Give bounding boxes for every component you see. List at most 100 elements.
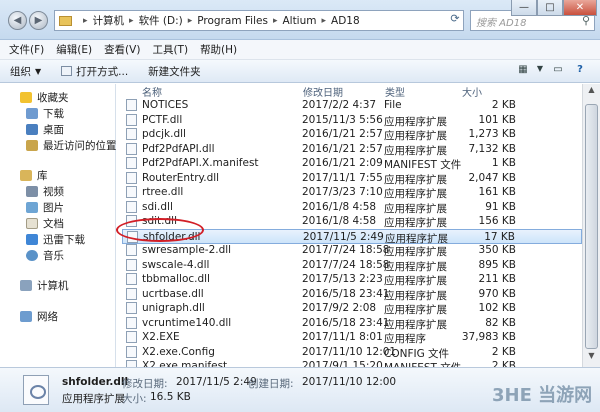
file-row[interactable]: X2.EXE 2017/11/1 8:01 应用程序 37,983 KB — [122, 330, 582, 345]
column-header-type[interactable]: 类型 — [385, 84, 405, 99]
file-row[interactable]: tbbmalloc.dll 2017/5/13 2:23 应用程序扩展 211 KB — [122, 272, 582, 287]
nav-videos[interactable]: 视频 — [26, 184, 64, 199]
nav-network[interactable]: 网络 — [20, 309, 58, 324]
nav-music[interactable]: 音乐 — [26, 248, 64, 263]
chevron-down-icon: ▼ — [35, 66, 42, 76]
close-button[interactable]: ✕ — [563, 0, 597, 16]
file-date: 2016/5/18 23:41 — [302, 287, 390, 300]
file-row[interactable]: swresample-2.dll 2017/7/24 18:58 应用程序扩展 350… — [122, 243, 582, 258]
file-size: 970 KB — [478, 287, 516, 300]
nav-libraries[interactable]: 库 — [20, 168, 48, 183]
file-row[interactable]: RouterEntry.dll 2017/11/1 7:55 应用程序扩展 2,047… — [122, 171, 582, 186]
preview-pane-icon[interactable]: ▭ — [550, 64, 566, 79]
scrollbar-thumb[interactable] — [585, 104, 598, 349]
file-icon — [126, 316, 137, 329]
file-icon — [126, 287, 137, 300]
organize-button[interactable]: 组织 ▼ — [0, 64, 51, 79]
folder-icon — [59, 15, 72, 26]
file-date: 2017/2/2 4:37 — [302, 99, 377, 111]
address-bar[interactable]: ▸ 计算机 ▸ 软件 (D:) ▸ Program Files ▸ Altium… — [54, 10, 464, 31]
file-date: 2017/3/23 7:10 — [302, 186, 383, 198]
new-folder-label: 新建文件夹 — [148, 65, 201, 78]
minimize-button[interactable]: — — [511, 0, 537, 16]
nav-computer[interactable]: 计算机 — [20, 278, 69, 293]
file-icon — [126, 244, 137, 256]
file-row[interactable]: sdi.dll 2016/1/8 4:58 应用程序扩展 91 KB — [122, 200, 582, 215]
file-icon — [126, 258, 137, 271]
file-name: NOTICES — [142, 99, 189, 111]
file-date: 2016/5/18 23:41 — [302, 316, 390, 329]
file-row[interactable]: Pdf2PdfAPI.X.manifest 2016/1/21 2:09 MANIF… — [122, 156, 582, 171]
recent-places-icon — [26, 140, 38, 151]
nav-thunder-downloads[interactable]: 迅雷下载 — [26, 232, 85, 247]
picture-icon — [26, 202, 38, 213]
nav-recent-places[interactable]: 最近访问的位置 — [26, 138, 117, 153]
file-name: Pdf2PdfAPI.X.manifest — [142, 157, 259, 169]
file-name: swscale-4.dll — [142, 258, 210, 271]
file-row[interactable]: PCTF.dll 2015/11/3 5:56 应用程序扩展 101 KB — [122, 113, 582, 128]
chevron-down-icon[interactable]: ▼ — [532, 64, 548, 79]
menu-tools[interactable]: 工具(T) — [152, 42, 188, 57]
nav-documents[interactable]: 文档 — [26, 216, 64, 231]
open-icon — [61, 66, 73, 76]
scroll-up-icon[interactable]: ▲ — [583, 85, 600, 100]
nav-favorites[interactable]: 收藏夹 — [20, 90, 69, 105]
breadcrumb-item[interactable]: 计算机 — [93, 13, 125, 28]
menu-file[interactable]: 文件(F) — [9, 42, 44, 57]
file-date: 2016/1/8 4:58 — [302, 215, 377, 227]
nav-desktop[interactable]: 桌面 — [26, 122, 64, 137]
file-size: 91 KB — [485, 200, 516, 213]
watermark-logo: 3HE 当游网 — [492, 385, 593, 406]
file-size: 101 KB — [478, 113, 516, 126]
menu-help[interactable]: 帮助(H) — [200, 42, 237, 57]
file-row[interactable]: NOTICES 2017/2/2 4:37 File 2 KB — [122, 98, 582, 113]
breadcrumb-item[interactable]: 软件 (D:) — [139, 13, 183, 28]
file-date: 2017/9/2 2:08 — [302, 302, 377, 314]
file-row[interactable]: pdcjk.dll 2016/1/21 2:57 应用程序扩展 1,273 KB — [122, 127, 582, 142]
nav-downloads[interactable]: 下载 — [26, 106, 64, 121]
file-size: 1,273 KB — [468, 128, 517, 140]
vertical-scrollbar[interactable]: ▲ ▼ — [582, 84, 600, 367]
file-row[interactable]: unigraph.dll 2017/9/2 2:08 应用程序扩展 102 KB — [122, 301, 582, 316]
scroll-down-icon[interactable]: ▼ — [583, 351, 600, 366]
menu-edit[interactable]: 编辑(E) — [56, 42, 92, 57]
column-header-date[interactable]: 修改日期 — [303, 84, 343, 99]
size-label: 大小: — [122, 393, 147, 405]
file-row[interactable]: ucrtbase.dll 2016/5/18 23:41 应用程序扩展 970 KB — [122, 287, 582, 302]
breadcrumb-item[interactable]: AD18 — [331, 15, 360, 27]
column-header-name[interactable]: 名称 — [142, 84, 162, 99]
nav-item-label: 音乐 — [43, 250, 64, 262]
open-with-button[interactable]: 打开方式... — [51, 64, 138, 79]
column-header-size[interactable]: 大小 — [462, 84, 482, 99]
forward-button[interactable]: ▶ — [29, 11, 48, 30]
organize-label: 组织 — [10, 65, 31, 78]
maximize-button[interactable]: □ — [537, 0, 563, 16]
nav-pictures[interactable]: 图片 — [26, 200, 64, 215]
view-options-icon[interactable]: ▦ — [515, 64, 531, 79]
file-date: 2017/11/1 7:55 — [302, 171, 383, 184]
nav-network-label: 网络 — [37, 311, 58, 323]
refresh-icon[interactable]: ⟳ — [448, 12, 462, 28]
breadcrumb-item[interactable]: Altium — [282, 15, 316, 27]
file-date: 2016/1/21 2:57 — [302, 142, 383, 155]
file-row[interactable]: rtree.dll 2017/3/23 7:10 应用程序扩展 161 KB — [122, 185, 582, 200]
file-date: 2016/1/21 2:57 — [302, 128, 383, 140]
file-row[interactable]: Pdf2PdfAPI.dll 2016/1/21 2:57 应用程序扩展 7,132 … — [122, 142, 582, 157]
help-icon[interactable]: ? — [572, 64, 588, 79]
file-row[interactable]: X2.exe.Config 2017/11/10 12:01 CONFIG 文件 2 … — [122, 345, 582, 360]
file-row[interactable]: swscale-4.dll 2017/7/24 18:58 应用程序扩展 895 KB — [122, 258, 582, 273]
file-name: vcruntime140.dll — [142, 316, 232, 329]
nav-item-label: 迅雷下载 — [43, 234, 85, 246]
file-name: sdi.dll — [142, 200, 173, 213]
file-row[interactable]: vcruntime140.dll 2016/5/18 23:41 应用程序扩展 82 … — [122, 316, 582, 331]
nav-computer-label: 计算机 — [37, 280, 69, 292]
menu-view[interactable]: 查看(V) — [104, 42, 140, 57]
modified-label: 修改日期: — [122, 378, 168, 390]
download-icon — [26, 108, 38, 119]
breadcrumb-item[interactable]: Program Files — [197, 15, 268, 27]
file-row[interactable]: X2.exe.manifest 2017/9/1 15:20MANIFEST 文件… — [122, 359, 582, 367]
file-icon — [126, 186, 137, 198]
back-button[interactable]: ◀ — [8, 11, 27, 30]
file-size: 37,983 KB — [461, 331, 516, 343]
new-folder-button[interactable]: 新建文件夹 — [138, 64, 211, 79]
